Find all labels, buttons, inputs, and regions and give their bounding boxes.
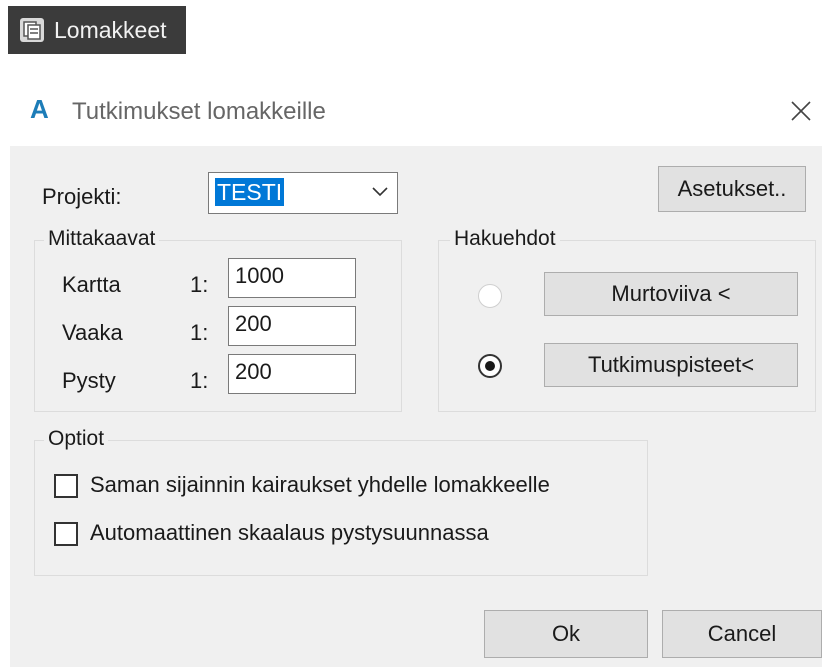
automaattinen-skaalaus-checkbox[interactable] <box>54 522 78 546</box>
close-icon[interactable] <box>786 96 816 126</box>
lomakkeet-ribbon-button[interactable]: Lomakkeet <box>8 6 186 54</box>
tutkimuspisteet-button[interactable]: Tutkimuspisteet< <box>544 343 798 387</box>
projekti-combobox[interactable]: TESTI <box>208 172 398 214</box>
ok-button[interactable]: Ok <box>484 610 648 658</box>
tutkimuspisteet-radio[interactable] <box>478 354 502 378</box>
murtoviiva-radio[interactable] <box>478 284 502 308</box>
saman-sijainnin-label[interactable]: Saman sijainnin kairaukset yhdelle lomak… <box>90 472 550 498</box>
hakuehdot-title: Hakuehdot <box>450 227 560 251</box>
optiot-title: Optiot <box>44 427 109 451</box>
dialog-client-area: Projekti: TESTI Asetukset.. Mittakaavat … <box>10 146 822 667</box>
automaattinen-skaalaus-label[interactable]: Automaattinen skaalaus pystysuunnassa <box>90 520 489 546</box>
tutkimukset-dialog: A Tutkimukset lomakkeille Projekti: TEST… <box>10 84 822 667</box>
projekti-label: Projekti: <box>42 184 122 209</box>
murtoviiva-button[interactable]: Murtoviiva < <box>544 272 798 316</box>
chevron-down-icon <box>372 187 388 197</box>
pysty-input[interactable]: 200 <box>228 354 356 394</box>
mittakaavat-title: Mittakaavat <box>44 227 160 251</box>
vaaka-prefix: 1: <box>190 320 209 345</box>
dialog-titlebar: A Tutkimukset lomakkeille <box>10 84 822 144</box>
kartta-prefix: 1: <box>190 272 209 297</box>
asetukset-button[interactable]: Asetukset.. <box>658 166 806 212</box>
saman-sijainnin-checkbox[interactable] <box>54 474 78 498</box>
kartta-input[interactable]: 1000 <box>228 258 356 298</box>
dialog-title: Tutkimukset lomakkeille <box>72 98 326 125</box>
optiot-group <box>34 440 648 576</box>
projekti-selected-value: TESTI <box>215 178 285 206</box>
autocad-app-icon: A <box>30 94 49 124</box>
cancel-button[interactable]: Cancel <box>662 610 822 658</box>
vaaka-label: Vaaka <box>62 320 123 345</box>
kartta-label: Kartta <box>62 272 121 297</box>
ribbon-label: Lomakkeet <box>54 16 167 43</box>
pysty-prefix: 1: <box>190 368 209 393</box>
forms-icon <box>20 18 44 42</box>
vaaka-input[interactable]: 200 <box>228 306 356 346</box>
pysty-label: Pysty <box>62 368 116 393</box>
